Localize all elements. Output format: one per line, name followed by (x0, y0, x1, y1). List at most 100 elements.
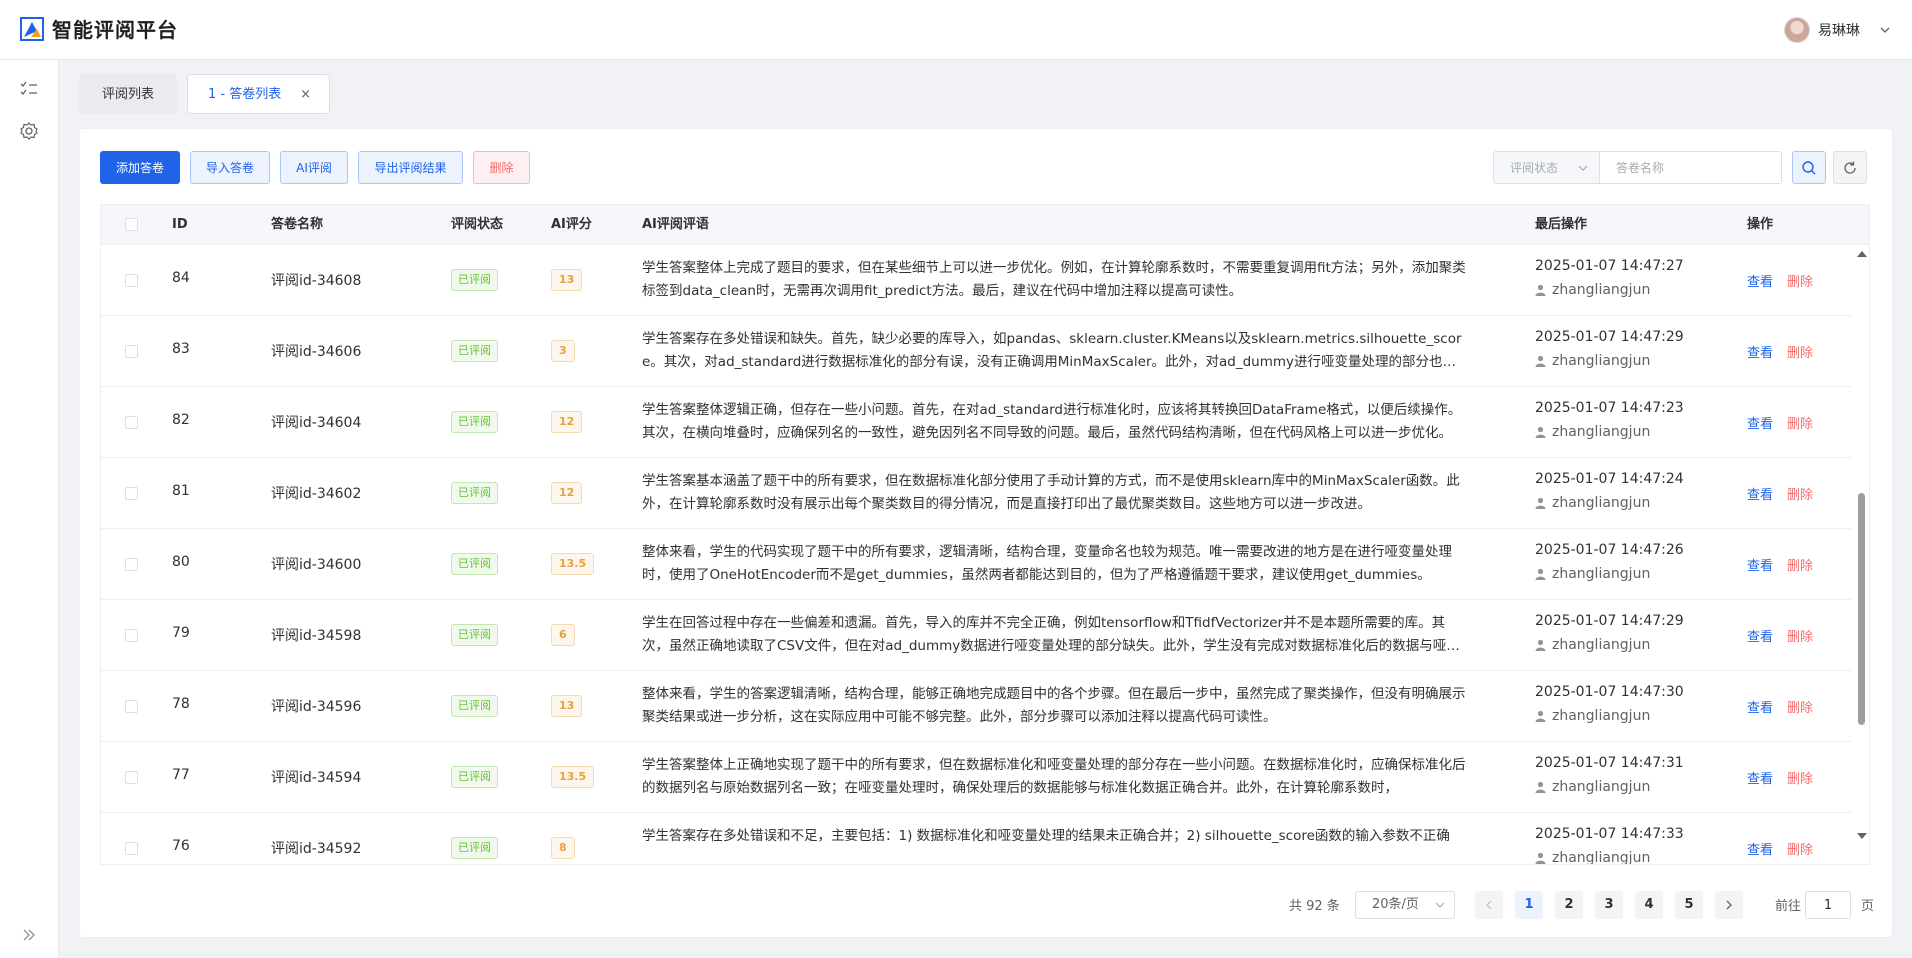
main-panel: 添加答卷 导入答卷 AI评阅 导出评阅结果 删除 评阅状态 ID 答卷名称 评阅… (79, 128, 1893, 938)
avatar[interactable] (1784, 17, 1810, 43)
ai-comment: 整体来看，学生的代码实现了题干中的所有要求，逻辑清晰，结构合理，变量命名也较为规… (642, 544, 1452, 583)
last-op-time: 2025-01-07 14:47:26 (1535, 542, 1684, 558)
delete-link[interactable]: 删除 (1787, 626, 1813, 645)
delete-button[interactable]: 删除 (473, 151, 530, 184)
page-button-2[interactable]: 2 (1555, 891, 1583, 919)
row-checkbox[interactable] (125, 842, 138, 855)
last-op-user-name: zhangliangjun (1552, 282, 1651, 298)
table-header: ID 答卷名称 评阅状态 AI评分 AI评阅评语 最后操作 操作 (101, 205, 1869, 245)
score-badge: 13.5 (551, 553, 595, 575)
next-page-button[interactable] (1715, 891, 1743, 919)
header-comment[interactable]: AI评阅评语 (642, 205, 709, 245)
page-button-3[interactable]: 3 (1595, 891, 1623, 919)
user-name[interactable]: 易琳琳 (1818, 20, 1860, 40)
row-answer-name: 评阅id-34602 (271, 486, 362, 502)
user-menu[interactable]: 易琳琳 (1784, 16, 1892, 44)
delete-link[interactable]: 删除 (1787, 555, 1813, 574)
refresh-icon (1844, 161, 1856, 174)
ai-comment: 整体来看，学生的答案逻辑清晰，结构合理，能够正确地完成题目中的各个步骤。但在最后… (642, 686, 1466, 725)
delete-link[interactable]: 删除 (1787, 413, 1813, 432)
header-id[interactable]: ID (172, 205, 188, 245)
ai-comment: 学生答案基本涵盖了题干中的所有要求，但在数据标准化部分使用了手动计算的方式，而不… (642, 473, 1460, 512)
last-op-time: 2025-01-07 14:47:30 (1535, 684, 1684, 700)
row-answer-name: 评阅id-34604 (271, 415, 362, 431)
delete-link[interactable]: 删除 (1787, 342, 1813, 361)
view-link[interactable]: 查看 (1747, 626, 1773, 645)
status-badge: 已评阅 (451, 695, 498, 717)
sidebar-item-review-list-icon[interactable] (18, 77, 40, 99)
row-checkbox[interactable] (125, 416, 138, 429)
chevron-down-icon[interactable] (1878, 23, 1892, 37)
status-badge: 已评阅 (451, 837, 498, 859)
row-checkbox[interactable] (125, 629, 138, 642)
page-button-4[interactable]: 4 (1635, 891, 1663, 919)
delete-link[interactable]: 删除 (1787, 839, 1813, 858)
row-checkbox[interactable] (125, 700, 138, 713)
view-link[interactable]: 查看 (1747, 768, 1773, 787)
page-button-5[interactable]: 5 (1675, 891, 1703, 919)
row-checkbox[interactable] (125, 558, 138, 571)
status-badge: 已评阅 (451, 766, 498, 788)
view-link[interactable]: 查看 (1747, 839, 1773, 858)
platform-logo-icon (20, 17, 44, 41)
view-link[interactable]: 查看 (1747, 271, 1773, 290)
last-op-user: zhangliangjun (1535, 637, 1650, 653)
delete-link[interactable]: 删除 (1787, 768, 1813, 787)
view-link[interactable]: 查看 (1747, 413, 1773, 432)
scroll-up-icon[interactable] (1857, 251, 1867, 257)
status-select[interactable]: 评阅状态 (1494, 152, 1600, 183)
prev-page-button[interactable] (1475, 891, 1503, 919)
last-op-user-name: zhangliangjun (1552, 637, 1651, 653)
view-link[interactable]: 查看 (1747, 484, 1773, 503)
ai-review-button[interactable]: AI评阅 (280, 151, 348, 184)
import-answer-button[interactable]: 导入答卷 (190, 151, 270, 184)
ai-comment: 学生在回答过程中存在一些偏差和遗漏。首先，导入的库并不完全正确，例如tensor… (642, 615, 1460, 654)
sidebar-expand-icon[interactable] (18, 924, 40, 946)
header-actions: 操作 (1747, 217, 1774, 232)
table-row: 76 评阅id-34592 已评阅 8 学生答案存在多处错误和不足，主要包括：1) 数据… (101, 813, 1851, 864)
table-row: 81 评阅id-34602 已评阅 12 学生答案基本涵盖了题干中的所有要求，但在数据标… (101, 458, 1851, 529)
sidebar-item-settings-gear-icon[interactable] (18, 120, 40, 142)
tab-review-list[interactable]: 评阅列表 (79, 74, 177, 114)
table-scrollbar[interactable] (1851, 245, 1869, 864)
view-link[interactable]: 查看 (1747, 697, 1773, 716)
refresh-button[interactable] (1833, 151, 1867, 184)
table-row: 79 评阅id-34598 已评阅 6 学生在回答过程中存在一些偏差和遗漏。首先，导入的… (101, 600, 1851, 671)
row-checkbox[interactable] (125, 771, 138, 784)
header-status[interactable]: 评阅状态 (451, 205, 503, 245)
tab-answer-list[interactable]: 1 - 答卷列表 × (187, 74, 330, 114)
row-checkbox[interactable] (125, 487, 138, 500)
delete-link[interactable]: 删除 (1787, 271, 1813, 290)
header-score[interactable]: AI评分 (551, 205, 592, 245)
close-icon[interactable]: × (300, 75, 311, 115)
score-badge: 12 (551, 411, 583, 433)
ai-comment: 学生答案存在多处错误和不足，主要包括：1) 数据标准化和哑变量处理的结果未正确合… (642, 828, 1450, 844)
scrollbar-thumb[interactable] (1858, 493, 1865, 725)
goto-page-input[interactable] (1805, 891, 1851, 919)
search-button[interactable] (1792, 151, 1826, 184)
add-answer-button[interactable]: 添加答卷 (100, 151, 180, 184)
last-op-user: zhangliangjun (1535, 779, 1650, 795)
row-answer-name: 评阅id-34592 (271, 841, 362, 857)
page-size-select[interactable]: 20条/页 (1355, 891, 1455, 919)
delete-link[interactable]: 删除 (1787, 697, 1813, 716)
header-name[interactable]: 答卷名称 (271, 205, 323, 245)
page-button-1[interactable]: 1 (1515, 891, 1543, 919)
status-badge: 已评阅 (451, 624, 498, 646)
user-icon (1535, 710, 1546, 722)
view-link[interactable]: 查看 (1747, 342, 1773, 361)
view-link[interactable]: 查看 (1747, 555, 1773, 574)
row-id: 77 (172, 767, 190, 783)
user-icon (1535, 639, 1546, 651)
row-checkbox[interactable] (125, 345, 138, 358)
row-checkbox[interactable] (125, 274, 138, 287)
user-icon (1535, 355, 1546, 367)
row-answer-name: 评阅id-34608 (271, 273, 362, 289)
answer-name-input[interactable] (1600, 152, 1781, 183)
goto-label: 前往 (1775, 899, 1802, 914)
header-last-op[interactable]: 最后操作 (1535, 205, 1587, 245)
delete-link[interactable]: 删除 (1787, 484, 1813, 503)
select-all-checkbox[interactable] (125, 218, 138, 231)
scroll-down-icon[interactable] (1857, 833, 1867, 839)
export-results-button[interactable]: 导出评阅结果 (358, 151, 463, 184)
